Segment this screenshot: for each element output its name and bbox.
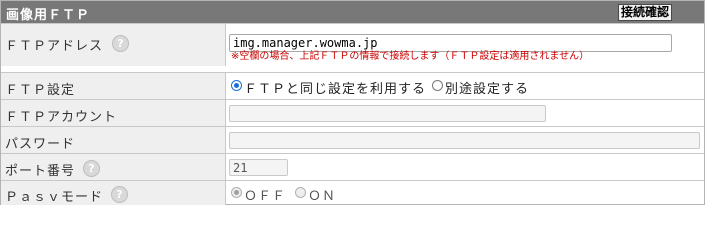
pasv-mode-label: Ｐａｓｖモード [5,190,104,205]
label-cell: Ｐａｓｖモード ? [1,181,226,205]
radio-pasv-on[interactable] [295,187,306,198]
row-pasv-mode: Ｐａｓｖモード ? ＯＦＦ ＯＮ [1,180,704,205]
radio-pasv-on-label[interactable]: ＯＮ [308,185,336,204]
label-cell: ＦＴＰ設定 [1,73,226,99]
ftp-account-input[interactable] [229,105,546,122]
password-label: パスワード [5,137,76,152]
port-input[interactable]: 21 [229,159,288,176]
radio-same-as-ftp-label[interactable]: ＦＴＰと同じ設定を利用する [244,78,426,97]
port-label: ポート番号 [5,164,76,179]
radio-separate-setting-label[interactable]: 別途設定する [445,78,529,97]
panel-header: 画像用ＦＴＰ 接続確認 [1,1,704,23]
connection-check-button[interactable]: 接続確認 [618,4,673,21]
help-icon[interactable]: ? [111,186,128,203]
row-password: パスワード [1,126,704,154]
row-ftp-address: ＦＴＰアドレス ? img.manager.wowma.jp ※空欄の場合、上記… [1,23,704,66]
radio-pasv-off[interactable] [231,187,242,198]
help-icon[interactable]: ? [112,35,129,52]
label-cell: パスワード [1,127,226,154]
password-input[interactable] [229,132,700,149]
row-ftp-account: ＦＴＰアカウント [1,99,704,127]
radio-separate-setting[interactable] [432,80,443,91]
panel-title: 画像用ＦＴＰ [6,8,91,23]
ftp-setting-label: ＦＴＰ設定 [5,83,76,98]
ftp-address-label: ＦＴＰアドレス [5,39,104,54]
ftp-settings-panel: 画像用ＦＴＰ 接続確認 ＦＴＰアドレス ? img.manager.wowma.… [0,0,705,205]
radio-pasv-off-label[interactable]: ＯＦＦ [244,185,286,204]
label-cell: ＦＴＰアカウント [1,100,226,127]
help-icon[interactable]: ? [83,160,100,177]
label-cell: ＦＴＰアドレス ? [1,24,226,66]
radio-same-as-ftp[interactable] [231,80,242,91]
row-port: ポート番号 ? 21 [1,153,704,181]
label-cell: ポート番号 ? [1,154,226,181]
row-ftp-setting: ＦＴＰ設定 ＦＴＰと同じ設定を利用する 別途設定する [1,72,704,99]
ftp-account-label: ＦＴＰアカウント [5,110,118,125]
ftp-address-note: ※空欄の場合、上記ＦＴＰの情報で接続します（ＦＴＰ設定は適用されません） [231,51,590,62]
